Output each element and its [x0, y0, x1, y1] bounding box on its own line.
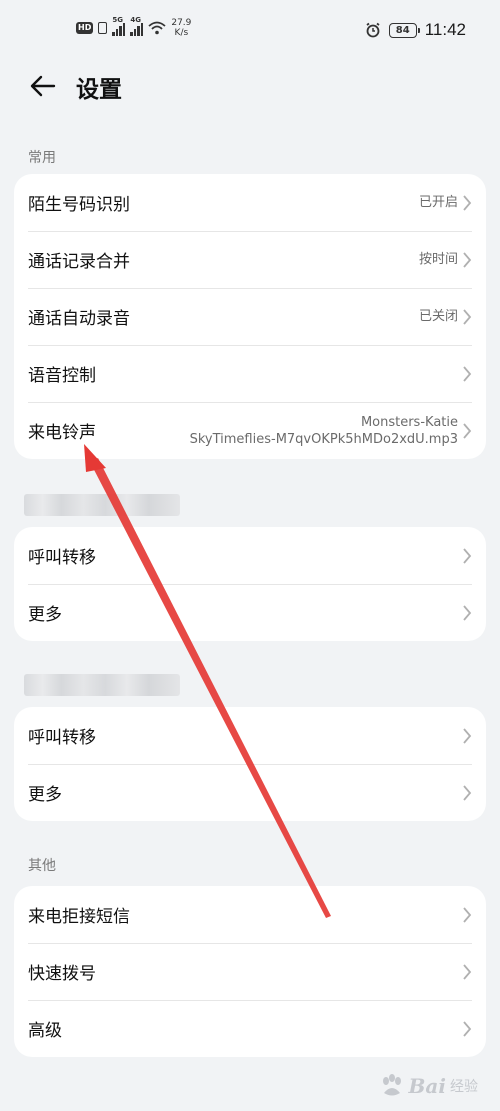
- arrow-left-icon: [30, 75, 56, 97]
- setting-label: 更多: [28, 605, 62, 625]
- chevron-right-icon: [463, 547, 472, 564]
- settings-card-sim1: 呼叫转移 更多: [14, 527, 486, 641]
- paw-icon: [382, 1074, 401, 1096]
- hd-icon: HD: [76, 22, 94, 34]
- setting-label: 快速拨号: [28, 964, 96, 984]
- setting-label: 呼叫转移: [28, 548, 96, 568]
- setting-row-call-forwarding[interactable]: 呼叫转移: [14, 707, 486, 764]
- status-right: 84 11:42: [365, 20, 466, 40]
- setting-value: 已开启: [418, 195, 458, 210]
- setting-row-call-forwarding[interactable]: 呼叫转移: [14, 527, 486, 584]
- chevron-right-icon: [463, 784, 472, 801]
- battery-icon: 84: [388, 22, 420, 38]
- status-left: HD 5G 4G 27.9 K/s: [76, 16, 192, 38]
- setting-row-stranger-number[interactable]: 陌生号码识别 已开启: [14, 174, 486, 231]
- setting-label: 通话记录合并: [28, 252, 130, 272]
- chevron-right-icon: [463, 727, 472, 744]
- chevron-right-icon: [463, 365, 472, 382]
- chevron-right-icon: [463, 194, 472, 211]
- setting-row-ringtone[interactable]: 来电铃声 Monsters-Katie SkyTimeflies-M7qvOKP…: [14, 402, 486, 459]
- ringtone-value-line1: Monsters-Katie: [360, 414, 458, 430]
- alarm-icon: [366, 22, 380, 38]
- chevron-right-icon: [463, 251, 472, 268]
- ringtone-value-line2: SkyTimeflies-M7qvOKPk5hMDo2xdU.mp3: [189, 431, 458, 447]
- chevron-right-icon: [463, 422, 472, 439]
- settings-card-sim2: 呼叫转移 更多: [14, 707, 486, 821]
- setting-row-more[interactable]: 更多: [14, 584, 486, 641]
- section-title-common: 常用: [28, 150, 56, 166]
- ringtone-value: Monsters-Katie SkyTimeflies-M7qvOKPk5hMD…: [190, 414, 458, 448]
- setting-label: 高级: [28, 1021, 62, 1041]
- setting-label: 陌生号码识别: [28, 195, 130, 215]
- section-title-sim2-blurred: [24, 674, 180, 696]
- baidu-watermark: Bai 经验: [379, 1073, 478, 1099]
- setting-row-auto-record[interactable]: 通话自动录音 已关闭: [14, 288, 486, 345]
- signal-5g-icon: 5G: [112, 16, 126, 36]
- network-speed: 27.9 K/s: [171, 18, 192, 38]
- clock: 11:42: [424, 20, 466, 39]
- section-title-other: 其他: [28, 858, 56, 874]
- setting-label: 更多: [28, 785, 62, 805]
- setting-value: 已关闭: [418, 309, 458, 324]
- setting-row-advanced[interactable]: 高级: [14, 1000, 486, 1057]
- setting-row-voice-control[interactable]: 语音控制: [14, 345, 486, 402]
- chevron-right-icon: [463, 604, 472, 621]
- setting-row-reject-sms[interactable]: 来电拒接短信: [14, 886, 486, 943]
- chevron-right-icon: [463, 963, 472, 980]
- signal-4g-icon: 4G: [130, 16, 144, 36]
- volte-icon: [98, 22, 108, 34]
- wifi-icon: [148, 21, 166, 35]
- app-header: 设置: [0, 62, 500, 112]
- chevron-right-icon: [463, 1020, 472, 1037]
- page-title: 设置: [76, 77, 122, 103]
- settings-card-common: 陌生号码识别 已开启 通话记录合并 按时间 通话自动录音 已关闭 语音控制 来电…: [14, 174, 486, 459]
- setting-label: 呼叫转移: [28, 728, 96, 748]
- chevron-right-icon: [463, 308, 472, 325]
- setting-label: 来电拒接短信: [28, 907, 130, 927]
- setting-label: 来电铃声: [28, 423, 96, 443]
- setting-row-call-log-merge[interactable]: 通话记录合并 按时间: [14, 231, 486, 288]
- section-title-sim1-blurred: [24, 494, 180, 516]
- settings-card-other: 来电拒接短信 快速拨号 高级: [14, 886, 486, 1057]
- setting-value: 按时间: [418, 252, 458, 267]
- chevron-right-icon: [463, 906, 472, 923]
- setting-row-more[interactable]: 更多: [14, 764, 486, 821]
- setting-row-speed-dial[interactable]: 快速拨号: [14, 943, 486, 1000]
- setting-label: 通话自动录音: [28, 309, 130, 329]
- status-bar: HD 5G 4G 27.9 K/s 84 11:42: [0, 0, 500, 62]
- back-button[interactable]: [26, 72, 60, 100]
- setting-label: 语音控制: [28, 366, 96, 386]
